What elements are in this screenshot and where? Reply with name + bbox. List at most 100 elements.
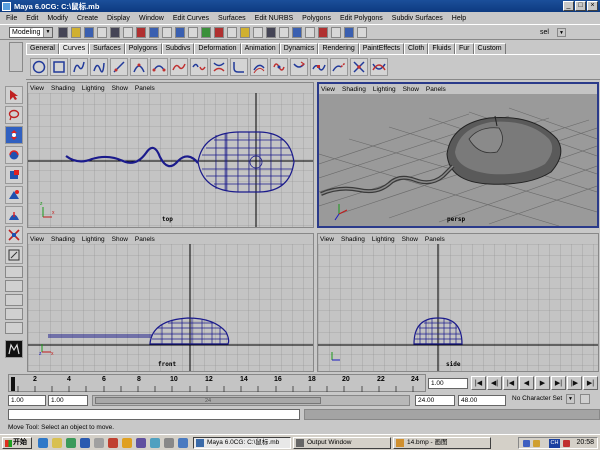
- arc-icon[interactable]: [130, 58, 148, 76]
- hypershade-persp-layout-icon[interactable]: [5, 322, 23, 334]
- vp-menu-view[interactable]: View: [320, 236, 334, 243]
- vp-menu-shading[interactable]: Shading: [51, 85, 75, 92]
- menu-edit-curves[interactable]: Edit Curves: [173, 15, 209, 22]
- app3-quicklaunch-icon[interactable]: [122, 438, 132, 448]
- tab-subdivs[interactable]: Subdivs: [161, 43, 195, 54]
- tab-general[interactable]: General: [26, 43, 59, 54]
- vp-menu-lighting[interactable]: Lighting: [372, 236, 395, 243]
- rotate-tool-icon[interactable]: [5, 146, 23, 164]
- selection-dropdown-icon[interactable]: ▼: [557, 28, 566, 37]
- desktop-quicklaunch-icon[interactable]: [66, 438, 76, 448]
- persp-graph-layout-icon[interactable]: [5, 308, 23, 320]
- tab-polygons[interactable]: Polygons: [124, 43, 162, 54]
- fillet-curve-icon[interactable]: [230, 58, 248, 76]
- viewport-persp[interactable]: View Shading Lighting Show Panels persp: [317, 82, 599, 228]
- step-forward-key-icon[interactable]: |▶: [567, 376, 582, 390]
- range-slider[interactable]: 24: [92, 395, 410, 406]
- four-view-layout-icon[interactable]: [5, 280, 23, 292]
- app2-quicklaunch-icon[interactable]: [108, 438, 118, 448]
- cut-curve-icon[interactable]: [350, 58, 368, 76]
- app-tray-icon[interactable]: [563, 440, 570, 447]
- show-manipulator-icon[interactable]: [5, 226, 23, 244]
- soft-modification-icon[interactable]: [5, 206, 23, 224]
- end-time-field[interactable]: 48.00: [458, 395, 506, 406]
- viewport-persp-canvas[interactable]: [319, 94, 597, 226]
- tab-curves[interactable]: Curves: [58, 43, 90, 54]
- ipr-render-icon[interactable]: [344, 27, 354, 38]
- app6-quicklaunch-icon[interactable]: [164, 438, 174, 448]
- tab-rendering[interactable]: Rendering: [318, 43, 359, 54]
- viewport-front[interactable]: View Shading Lighting Show Panels z x fr…: [27, 233, 314, 372]
- menu-edit-nurbs[interactable]: Edit NURBS: [255, 15, 294, 22]
- task-paint[interactable]: 14.bmp - 画图: [393, 437, 491, 449]
- explorer-quicklaunch-icon[interactable]: [52, 438, 62, 448]
- snap-view-plane-icon[interactable]: [279, 27, 289, 38]
- select-surfaces-icon[interactable]: [175, 27, 185, 38]
- scale-tool-icon[interactable]: [5, 166, 23, 184]
- viewport-side-canvas[interactable]: [318, 244, 598, 371]
- open-scene-icon[interactable]: [71, 27, 81, 38]
- snap-curve-icon[interactable]: [253, 27, 263, 38]
- viewport-top[interactable]: View Shading Lighting Show Panels z x to…: [27, 82, 314, 228]
- vp-menu-panels[interactable]: Panels: [425, 236, 445, 243]
- menu-set-dropdown[interactable]: Modeling ▼: [9, 27, 53, 38]
- tab-painteffects[interactable]: PaintEffects: [358, 43, 404, 54]
- single-perspective-layout-icon[interactable]: [5, 266, 23, 278]
- step-back-key-icon[interactable]: ◀|: [487, 376, 502, 390]
- tab-dynamics[interactable]: Dynamics: [279, 43, 319, 54]
- vp-menu-shading[interactable]: Shading: [51, 236, 75, 243]
- select-hierarchy-icon[interactable]: [97, 27, 107, 38]
- tab-deformation[interactable]: Deformation: [194, 43, 241, 54]
- vp-menu-view[interactable]: View: [321, 86, 335, 93]
- menu-window[interactable]: Window: [139, 15, 164, 22]
- vp-menu-panels[interactable]: Panels: [135, 236, 155, 243]
- menu-help[interactable]: Help: [452, 15, 466, 22]
- detach-curve-icon[interactable]: [190, 58, 208, 76]
- tab-fur[interactable]: Fur: [455, 43, 474, 54]
- vp-menu-panels[interactable]: Panels: [426, 86, 446, 93]
- lasso-tool-icon[interactable]: [5, 106, 23, 124]
- align-curve-icon[interactable]: [210, 58, 228, 76]
- menu-create[interactable]: Create: [77, 15, 98, 22]
- playback-end-field[interactable]: 24.00: [415, 395, 455, 406]
- persp-outliner-layout-icon[interactable]: [5, 294, 23, 306]
- ep-curve-icon[interactable]: [90, 58, 108, 76]
- go-to-start-icon[interactable]: |◀: [471, 376, 486, 390]
- ie-quicklaunch-icon[interactable]: [38, 438, 48, 448]
- command-line-input[interactable]: [8, 409, 300, 420]
- menu-polygons[interactable]: Polygons: [302, 15, 331, 22]
- viewport-front-canvas[interactable]: z x: [28, 244, 313, 371]
- menu-modify[interactable]: Modify: [47, 15, 68, 22]
- vp-menu-lighting[interactable]: Lighting: [82, 236, 105, 243]
- arc-2pt-icon[interactable]: [150, 58, 168, 76]
- go-to-end-icon[interactable]: ▶|: [583, 376, 598, 390]
- vp-menu-lighting[interactable]: Lighting: [82, 85, 105, 92]
- render-globals-icon[interactable]: [357, 27, 367, 38]
- maximize-button[interactable]: □: [575, 1, 586, 11]
- tab-cloth[interactable]: Cloth: [403, 43, 429, 54]
- menu-subdiv-surfaces[interactable]: Subdiv Surfaces: [392, 15, 443, 22]
- volume-tray-icon[interactable]: [533, 440, 540, 447]
- shelf-options-icon[interactable]: [9, 42, 23, 72]
- save-scene-icon[interactable]: [84, 27, 94, 38]
- tab-animation[interactable]: Animation: [240, 43, 280, 54]
- select-rendering-icon[interactable]: [214, 27, 224, 38]
- move-tool-icon[interactable]: [5, 126, 23, 144]
- tab-custom[interactable]: Custom: [473, 43, 506, 54]
- menu-edit-polygons[interactable]: Edit Polygons: [340, 15, 383, 22]
- select-object-icon[interactable]: [110, 27, 120, 38]
- select-deformations-icon[interactable]: [188, 27, 198, 38]
- vp-menu-show[interactable]: Show: [112, 85, 128, 92]
- render-view-icon[interactable]: [318, 27, 328, 38]
- vp-menu-view[interactable]: View: [30, 236, 44, 243]
- select-joints-icon[interactable]: [149, 27, 159, 38]
- viewport-top-canvas[interactable]: z x: [28, 93, 313, 227]
- select-dynamics-icon[interactable]: [201, 27, 211, 38]
- app5-quicklaunch-icon[interactable]: [150, 438, 160, 448]
- media-quicklaunch-icon[interactable]: [80, 438, 90, 448]
- character-set-dropdown-icon[interactable]: ▼: [566, 394, 575, 404]
- last-tool-used-icon[interactable]: [5, 246, 23, 264]
- app7-quicklaunch-icon[interactable]: [178, 438, 188, 448]
- rebuild-curve-icon[interactable]: [270, 58, 288, 76]
- render-icon[interactable]: [331, 27, 341, 38]
